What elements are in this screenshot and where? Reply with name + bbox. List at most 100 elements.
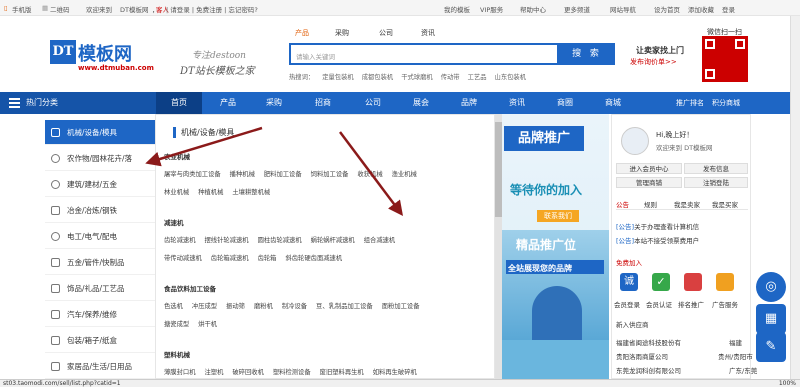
help-center-link[interactable]: 帮助中心 [520, 4, 546, 14]
hot-category-button[interactable]: 热门分类 [0, 92, 156, 114]
notice-item[interactable]: [公告]本站不接受领票费用户 [616, 235, 699, 245]
group-title-food[interactable]: 食品饮料加工设备 [164, 283, 216, 293]
nav-circle[interactable]: 商圈 [542, 92, 588, 114]
logo-box[interactable]: DT [50, 40, 76, 64]
subcategory-link[interactable]: 渔业机械 [392, 171, 417, 178]
add-favorite-link[interactable]: 添加收藏 [688, 4, 714, 14]
manage-shop-button[interactable]: 管理商铺 [616, 177, 682, 188]
subcategory-link[interactable]: 饲料加工设备 [311, 171, 349, 178]
subcategory-link[interactable]: 收获机械 [357, 171, 382, 178]
edit-float-icon[interactable]: ✎ [756, 332, 786, 362]
hot-keyword[interactable]: 工艺品 [468, 74, 487, 81]
subcategory-link[interactable]: 林业机械 [164, 189, 189, 196]
subcategory-link[interactable]: 废旧塑料再生机 [320, 369, 364, 376]
search-tab-product[interactable]: 产品 [295, 28, 309, 38]
subcategory-link[interactable]: 如料再生破碎机 [373, 369, 417, 376]
ranking-service-icon[interactable] [684, 273, 702, 291]
search-tab-news[interactable]: 资讯 [421, 28, 435, 38]
group-title-reducer[interactable]: 减速机 [164, 217, 184, 227]
app-circle-icon[interactable]: ◎ [756, 272, 786, 302]
site-nav-link[interactable]: 网站导航 [610, 4, 636, 14]
nav-company[interactable]: 公司 [350, 92, 396, 114]
ad-service-icon[interactable] [716, 273, 734, 291]
supplier-row[interactable]: 东莞龙润科创有限公司 广东/东莞 [616, 365, 757, 375]
search-button[interactable]: 搜 索 [559, 43, 615, 65]
nav-purchase[interactable]: 采购 [252, 92, 296, 114]
qrcode-link[interactable]: 二维码 [50, 4, 70, 14]
vip-service-link[interactable]: VIP服务 [480, 4, 503, 14]
member-center-button[interactable]: 进入会员中心 [616, 163, 682, 174]
publish-inquiry-link[interactable]: 发布询价单>> [630, 57, 677, 67]
hot-keyword[interactable]: 山东包装机 [495, 74, 526, 81]
page-scrollbar[interactable] [790, 16, 800, 379]
service-label[interactable]: 排名推广 [678, 299, 704, 309]
publish-info-button[interactable]: 发布信息 [684, 163, 748, 174]
qrcode-float-icon[interactable]: ▦ [756, 304, 786, 334]
search-input[interactable]: 请输入关键词 [289, 43, 559, 65]
subcategory-link[interactable]: 磨粉机 [254, 303, 273, 310]
subcategory-link[interactable]: 塑料检测设备 [273, 369, 311, 376]
set-homepage-link[interactable]: 设为首页 [654, 4, 680, 14]
subcategory-link[interactable]: 带传动减速机 [164, 255, 202, 262]
sidebar-item-household[interactable]: 家居品/生活/日用品 [45, 354, 155, 379]
hot-keyword[interactable]: 干式球磨机 [401, 74, 432, 81]
supplier-row[interactable]: 贵阳洛雨商厦公司 贵州/贵阳市 [616, 351, 753, 361]
nav-invest[interactable]: 招商 [300, 92, 346, 114]
logo-name[interactable]: 模板网 [78, 40, 132, 66]
subcategory-link[interactable]: 肥料加工设备 [264, 171, 302, 178]
group-title-plastic[interactable]: 塑料机械 [164, 349, 190, 359]
subcategory-link[interactable]: 屠宰与肉类加工设备 [164, 171, 221, 178]
login-link[interactable]: 登录 [722, 4, 735, 14]
group-title-agri[interactable]: 农业机械 [164, 151, 190, 161]
subcategory-link[interactable]: 色选机 [164, 303, 183, 310]
subcategory-link[interactable]: 斜齿轮硬齿面减速机 [285, 255, 342, 262]
hot-keyword[interactable]: 成都包装机 [362, 74, 393, 81]
logout-button[interactable]: 注销登陆 [684, 177, 748, 188]
subcategory-link[interactable]: 破碎回收机 [232, 369, 263, 376]
nav-exhibition[interactable]: 展会 [398, 92, 444, 114]
mobile-link[interactable]: 手机版 [12, 4, 32, 14]
subcategory-link[interactable]: 圆柱齿轮减速机 [258, 237, 302, 244]
hot-keyword[interactable]: 定量包装机 [322, 74, 353, 81]
subcategory-link[interactable]: 种植机械 [198, 189, 223, 196]
sidebar-item-hardware[interactable]: 五金/管件/快制品 [45, 250, 155, 275]
nav-mall[interactable]: 商城 [590, 92, 636, 114]
sidebar-item-auto[interactable]: 汽车/保养/维修 [45, 302, 155, 327]
sidebar-item-machinery[interactable]: 机械/设备/模具 [45, 120, 155, 145]
sidebar-item-agriculture[interactable]: 农作物/园林花卉/落 [45, 146, 155, 171]
nav-news[interactable]: 资讯 [494, 92, 540, 114]
search-tab-company[interactable]: 公司 [379, 28, 393, 38]
subcategory-link[interactable]: 豆、乳制品加工设备 [316, 303, 373, 310]
login-service-icon[interactable]: 诚 [620, 273, 638, 291]
subcategory-link[interactable]: 蜗轮蜗杆减速机 [311, 237, 355, 244]
scroll-thumb[interactable] [495, 122, 502, 217]
subcategory-link[interactable]: 齿轮箱减速机 [211, 255, 249, 262]
search-tab-purchase[interactable]: 采购 [335, 28, 349, 38]
sidebar-item-gifts[interactable]: 饰品/礼品/工艺品 [45, 276, 155, 301]
hot-keyword[interactable]: 传动带 [441, 74, 460, 81]
service-label[interactable]: 广告服务 [712, 299, 738, 309]
subcategory-link[interactable]: 齿轮箱 [258, 255, 277, 262]
tab-notice[interactable]: 公告 [616, 199, 629, 209]
nav-ranking[interactable]: 推广排名 [676, 92, 704, 114]
nav-products[interactable]: 产品 [206, 92, 250, 114]
subcategory-link[interactable]: 组合减速机 [364, 237, 395, 244]
subcategory-link[interactable]: 播种机械 [230, 171, 255, 178]
tab-seller[interactable]: 我是卖家 [674, 199, 700, 209]
verify-service-icon[interactable]: ✓ [652, 273, 670, 291]
subcategory-link[interactable]: 注塑机 [204, 369, 223, 376]
tab-rules[interactable]: 规则 [644, 199, 657, 209]
subcategory-link[interactable]: 齿轮减速机 [164, 237, 195, 244]
subcategory-link[interactable]: 摆线针轮减速机 [204, 237, 248, 244]
free-join-label[interactable]: 免费加入 [616, 257, 642, 267]
subcategory-link[interactable]: 冲压成型 [192, 303, 217, 310]
nav-brand[interactable]: 品牌 [446, 92, 492, 114]
brand-ad-banner[interactable]: 品牌推广 等待你的加入 联系我们 精品推广位 全站展现您的品牌 [502, 114, 609, 379]
login-register-links[interactable]: | 请登录 | 免费注册 | 忘记密码? [166, 4, 258, 14]
ad-contact-button[interactable]: 联系我们 [537, 210, 579, 222]
sidebar-item-packaging[interactable]: 包装/箱子/纸盒 [45, 328, 155, 353]
subcategory-link[interactable]: 烘干机 [198, 321, 217, 328]
subcategory-link[interactable]: 薄膜封口机 [164, 369, 195, 376]
sidebar-item-building[interactable]: 建筑/建材/五金 [45, 172, 155, 197]
subcategory-link[interactable]: 搪瓷成型 [164, 321, 189, 328]
